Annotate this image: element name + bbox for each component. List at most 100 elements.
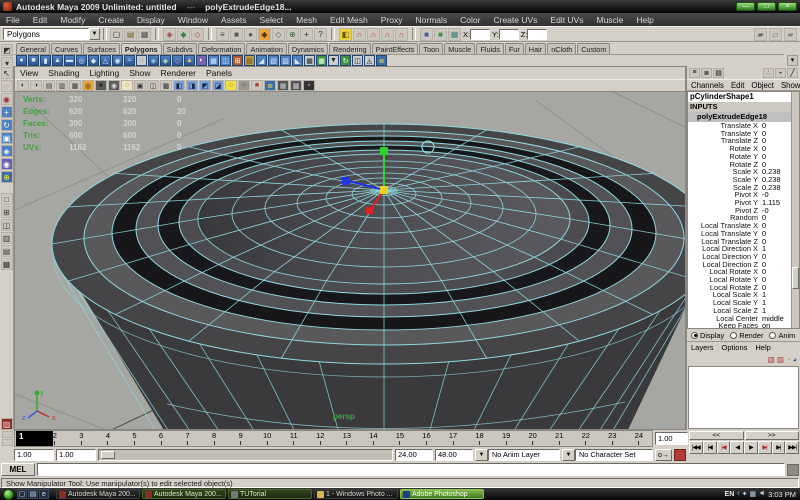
shelf-tab[interactable]: Animation	[246, 43, 286, 54]
browser-icon[interactable]: e	[39, 489, 49, 499]
layers-menu-item[interactable]: Layers	[691, 343, 714, 352]
open-scene-icon[interactable]: ▤	[124, 28, 137, 41]
separate-icon[interactable]: ◇	[172, 55, 183, 66]
red-cube-icon[interactable]: ■	[251, 80, 263, 91]
attribute-value[interactable]: 0	[762, 122, 791, 130]
select-camera-icon[interactable]: ◐	[17, 80, 29, 91]
panel-menu-item[interactable]: Shading	[48, 68, 79, 78]
lasso-tool-icon[interactable]: ◌	[1, 80, 13, 92]
layout-four-view-icon[interactable]: ⊞	[1, 206, 13, 218]
shelf-tab[interactable]: Custom	[577, 43, 610, 54]
wedge-icon[interactable]: ◣	[292, 55, 303, 66]
snap-point-icon[interactable]: ◆	[258, 28, 271, 41]
taskbar-task-button[interactable]: TUTorial	[228, 489, 312, 499]
channel-list-icon[interactable]: ≡	[689, 68, 700, 78]
ipr-render-icon[interactable]: ■	[434, 28, 447, 41]
frame-tick[interactable]: 6	[148, 431, 175, 446]
image-plane-icon[interactable]: ▦	[69, 80, 81, 91]
bridge-icon[interactable]: ▤	[244, 55, 255, 66]
render-settings-icon[interactable]: ▦	[448, 28, 461, 41]
attribute-value[interactable]: 0	[762, 145, 791, 153]
split-icon[interactable]: ▧	[268, 55, 279, 66]
magnet-point-icon[interactable]: ∩	[381, 28, 394, 41]
title-bar[interactable]: Autodesk Maya 2009 Unlimited: untitled -…	[0, 0, 800, 13]
taskbar-task-button[interactable]: 1 - Windows Photo ...	[314, 489, 398, 499]
extract-icon[interactable]: ▲	[184, 55, 195, 66]
restore-ui-icon[interactable]: ▰	[784, 28, 797, 41]
playback-end-field[interactable]	[395, 449, 433, 461]
snapshot-icon[interactable]: ▪	[303, 80, 315, 91]
reduce-icon[interactable]: ▼	[328, 55, 339, 66]
hide-ui-elements-icon[interactable]: ▱	[769, 28, 782, 41]
shelf-tab[interactable]: nCloth	[547, 43, 576, 54]
time-slider-toggle-icon[interactable]	[2, 431, 13, 438]
layout-hypershade-icon[interactable]: ▤	[1, 245, 13, 257]
shelf-tab[interactable]: Rendering	[329, 43, 371, 54]
snap-curve-icon[interactable]: ●	[244, 28, 257, 41]
texture-bars-icon[interactable]: ≣	[264, 80, 276, 91]
show-desktop-icon[interactable]: ▢	[17, 489, 27, 499]
panel-menu-item[interactable]: Show	[129, 68, 150, 78]
tray-volume-icon[interactable]: ◄	[758, 490, 765, 498]
attribute-value[interactable]: 0	[762, 253, 791, 261]
frame-tick[interactable]: 21	[546, 431, 573, 446]
channel-display-icon[interactable]: ◒	[775, 68, 786, 78]
move-layer-up-icon[interactable]: ◔	[786, 355, 791, 364]
menu-item[interactable]: Select	[260, 15, 284, 25]
channel-box-scrollbar[interactable]	[791, 92, 799, 328]
menu-item[interactable]: Window	[178, 15, 208, 25]
attribute-value[interactable]: 0	[762, 284, 791, 292]
lock-camera-icon[interactable]: ◑	[30, 80, 42, 91]
bookmark-icon[interactable]: ▥	[56, 80, 68, 91]
frame-tick[interactable]: 10	[254, 431, 281, 446]
shelf-tab[interactable]: Toon	[419, 43, 443, 54]
show-manipulator-icon[interactable]: ⊕	[1, 171, 13, 183]
layers-menu-item[interactable]: Help	[755, 343, 770, 352]
shelf-tab[interactable]: Curves	[51, 43, 82, 54]
attribute-value[interactable]: 0	[762, 261, 791, 269]
current-frame-marker[interactable]: 1	[16, 431, 53, 446]
menu-item[interactable]: Edit Mesh	[330, 15, 368, 25]
menu-item[interactable]: Assets	[221, 15, 247, 25]
frame-tick[interactable]: 24	[626, 431, 653, 446]
language-indicator[interactable]: EN	[725, 491, 735, 498]
wire-on-shaded-icon[interactable]: ◩	[199, 80, 211, 91]
poly-cylinder-icon[interactable]: ▮	[40, 55, 51, 66]
step-forward-frame-button[interactable]: ▶|	[772, 441, 786, 454]
grid-toggle-icon[interactable]: ▦	[277, 80, 289, 91]
help-context-icon[interactable]: ?	[314, 28, 327, 41]
attribute-value[interactable]: 0	[762, 214, 791, 222]
frame-tick[interactable]: 18	[466, 431, 493, 446]
menu-item[interactable]: Proxy	[381, 15, 403, 25]
radio-render[interactable]: Render	[730, 331, 763, 340]
attribute-value[interactable]: 0	[762, 130, 791, 138]
current-time-input[interactable]	[655, 432, 688, 445]
script-editor-icon[interactable]	[787, 464, 799, 476]
shelf-tab[interactable]: Subdivs	[163, 43, 197, 54]
scrollbar-thumb[interactable]	[792, 267, 799, 289]
frame-tick[interactable]: 7	[174, 431, 201, 446]
film-strip-icon[interactable]: ▩	[290, 80, 302, 91]
frame-tick[interactable]: 13	[334, 431, 361, 446]
frame-tick[interactable]: 8	[201, 431, 228, 446]
create-layer-assign-icon[interactable]: ▨	[777, 355, 784, 364]
command-line-input[interactable]	[37, 463, 785, 476]
lock-icon[interactable]: ◧	[339, 28, 352, 41]
taskbar-task-button[interactable]: Autodesk Maya 200...	[56, 489, 140, 499]
shelf-tab[interactable]: Surfaces	[83, 43, 120, 54]
select-component-icon[interactable]: ◇	[191, 28, 204, 41]
shelf-tab[interactable]: Polygons	[121, 43, 162, 54]
lighting-all-icon[interactable]: ○	[121, 80, 133, 91]
spin-edge-icon[interactable]: ↻	[340, 55, 351, 66]
poly-cone-icon[interactable]: ▲	[52, 55, 63, 66]
create-empty-layer-icon[interactable]: ▧	[768, 355, 775, 364]
coordinate-input[interactable]	[470, 29, 490, 40]
shelf-tab[interactable]: General	[16, 43, 50, 54]
anim-layer-dropdown[interactable]: No Anim Layer	[488, 449, 560, 461]
radio-display[interactable]: Display	[691, 331, 724, 340]
menu-item[interactable]: Modify	[60, 15, 85, 25]
magnet-curve-icon[interactable]: ∩	[367, 28, 380, 41]
prev-range-button[interactable]: <<	[689, 431, 744, 440]
step-back-key-button[interactable]: |◀	[717, 441, 731, 454]
menu-item[interactable]: Color	[460, 15, 480, 25]
